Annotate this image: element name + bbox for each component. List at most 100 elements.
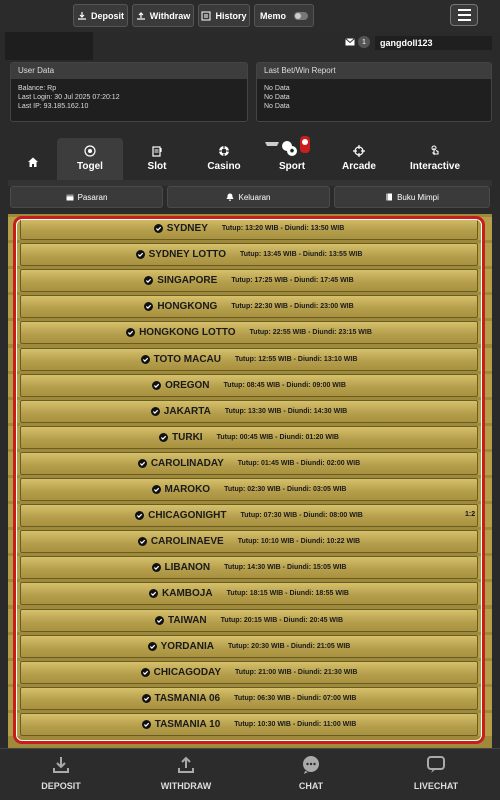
market-schedule: Tutup: 02:30 WIB - Diundi: 03:05 WIB [224, 486, 347, 493]
withdraw-button-label: Withdraw [149, 10, 191, 21]
market-row[interactable]: KAMBOJA Tutup: 18:15 WIB - Diundi: 18:55 … [20, 582, 478, 606]
market-row[interactable]: TAIWAN Tutup: 20:15 WIB - Diundi: 20:45 W… [20, 608, 478, 632]
sport-mascot-icon [265, 136, 310, 153]
bottom-chat-label: CHAT [298, 781, 324, 791]
mail-icon [345, 38, 355, 46]
market-row[interactable]: YORDANIA Tutup: 20:30 WIB - Diundi: 21:05… [20, 634, 478, 658]
market-row[interactable]: TOTO MACAU Tutup: 12:55 WIB - Diundi: 13:… [20, 347, 478, 371]
market-schedule: Tutup: 22:55 WIB - Diundi: 23:15 WIB [249, 329, 372, 337]
logo-placeholder [5, 32, 93, 60]
market-row[interactable]: LIBANON Tutup: 14:30 WIB - Diundi: 15:05 … [20, 556, 478, 580]
tab-casino[interactable]: Casino [191, 138, 257, 180]
deposit-icon [77, 11, 86, 20]
user-data-panel: User Data Balance: Rp Last Login: 30 Jul… [10, 62, 248, 122]
subtab-pasaran[interactable]: Pasaran [10, 186, 163, 208]
market-row[interactable]: TASMANIA 06 Tutup: 06:30 WIB - Diundi: 07… [20, 686, 478, 710]
market-schedule: Tutup: 10:10 WIB - Diundi: 10:22 WIB [237, 538, 361, 546]
history-button[interactable]: History [198, 4, 250, 27]
touch-icon [431, 145, 439, 156]
market-name: LIBANON [164, 562, 211, 574]
check-circle-icon [141, 719, 151, 729]
market-schedule: Tutup: 21:00 WIB - Diundi: 21:30 WIB [235, 668, 358, 676]
market-row[interactable]: CAROLINAEVE Tutup: 10:10 WIB - Diundi: 10… [20, 530, 478, 554]
bottom-withdraw-button[interactable]: WITHDRAW [141, 755, 231, 791]
market-row[interactable]: HONGKONG LOTTO Tutup: 22:55 WIB - Diundi:… [20, 321, 478, 345]
subtab-keluaran[interactable]: Keluaran [167, 186, 330, 208]
chip-icon [219, 146, 229, 156]
balance-text: Balance: Rp [18, 85, 57, 92]
market-schedule: Tutup: 00:45 WIB - Diundi: 01:20 WIB [216, 433, 339, 441]
market-name: JAKARTA [163, 405, 211, 417]
market-row[interactable]: JAKARTA Tutup: 13:30 WIB - Diundi: 14:30 … [20, 399, 478, 423]
market-name: CAROLINAEVE [150, 536, 224, 548]
check-circle-icon [151, 563, 161, 573]
report-line: No Data [264, 85, 290, 92]
market-row[interactable]: MAROKO Tutup: 02:30 WIB - Diundi: 03:05 W… [20, 478, 478, 501]
target-icon [353, 145, 365, 157]
check-circle-icon [153, 224, 163, 233]
calendar-icon [66, 194, 74, 201]
tab-togel[interactable]: Togel [57, 138, 123, 180]
tab-slot-label: Slot [147, 161, 167, 172]
bell-icon [226, 193, 234, 201]
check-circle-icon [140, 667, 150, 677]
market-schedule: Tutup: 14:30 WIB - Diundi: 15:05 WIB [224, 564, 347, 572]
market-name: MAROKO [164, 484, 211, 495]
market-name: SYDNEY LOTTO [148, 249, 227, 261]
history-button-label: History [215, 10, 247, 21]
bottom-deposit-button[interactable]: DEPOSIT [16, 755, 106, 791]
deposit-button[interactable]: Deposit [73, 4, 128, 27]
market-name: CHICAGODAY [153, 666, 222, 678]
market-schedule: Tutup: 13:30 WIB - Diundi: 14:30 WIB [224, 407, 348, 415]
market-name: YORDANIA [160, 640, 214, 652]
check-circle-icon [159, 432, 169, 442]
tab-interactive[interactable]: Interactive [402, 138, 468, 180]
report-line: No Data [264, 94, 290, 101]
market-row[interactable]: CHICAGODAY Tutup: 21:00 WIB - Diundi: 21:… [20, 660, 478, 684]
market-row[interactable]: SYDNEY Tutup: 13:20 WIB - Diundi: 13:50 W… [20, 217, 478, 240]
subtab-buku-mimpi[interactable]: Buku Mimpi [334, 186, 490, 208]
market-row[interactable]: TURKI Tutup: 00:45 WIB - Diundi: 01:20 WI… [20, 425, 478, 449]
market-schedule: Tutup: 12:55 WIB - Diundi: 13:10 WIB [235, 355, 358, 363]
mail-count-badge: 1 [358, 36, 370, 48]
market-row[interactable]: HONGKONG Tutup: 22:30 WIB - Diundi: 23:00… [20, 295, 478, 319]
chat-icon [303, 756, 319, 774]
market-row[interactable]: OREGON Tutup: 08:45 WIB - Diundi: 09:00 W… [20, 373, 478, 397]
hamburger-icon [457, 9, 471, 11]
check-circle-icon [154, 615, 164, 625]
bottom-deposit-label: DEPOSIT [41, 781, 81, 791]
download-icon [53, 757, 69, 773]
check-circle-icon [140, 354, 150, 364]
deposit-button-label: Deposit [90, 10, 124, 21]
withdraw-button[interactable]: Withdraw [132, 4, 194, 27]
report-title: Last Bet/Win Report [257, 63, 491, 79]
market-schedule: Tutup: 20:15 WIB - Diundi: 20:45 WIB [220, 616, 344, 624]
menu-button[interactable] [450, 4, 478, 26]
market-row[interactable]: CAROLINADAY Tutup: 01:45 WIB - Diundi: 02… [20, 451, 478, 475]
market-name: TASMANIA 06 [154, 692, 221, 704]
market-schedule: Tutup: 18:15 WIB - Diundi: 18:55 WIB [226, 590, 349, 598]
market-row[interactable]: SINGAPORE Tutup: 17:25 WIB - Diundi: 17:4… [20, 269, 478, 293]
check-circle-icon [137, 458, 147, 468]
bottom-livechat-button[interactable]: LIVECHAT [391, 755, 481, 791]
market-name: TASMANIA 10 [154, 718, 221, 730]
bottom-chat-button[interactable]: CHAT [266, 755, 356, 791]
market-row[interactable]: SYDNEY LOTTO Tutup: 13:45 WIB - Diundi: 1… [20, 243, 478, 267]
market-name: CAROLINADAY [150, 457, 224, 469]
market-schedule: Tutup: 13:45 WIB - Diundi: 13:55 WIB [240, 251, 363, 259]
market-row[interactable]: TASMANIA 10 Tutup: 10:30 WIB - Diundi: 11… [20, 712, 478, 736]
memo-toggle[interactable] [294, 11, 308, 20]
market-schedule: Tutup: 08:45 WIB - Diundi: 09:00 WIB [223, 381, 346, 389]
bottom-withdraw-label: WITHDRAW [160, 781, 212, 791]
check-circle-icon [152, 380, 162, 390]
mail-indicator[interactable]: 1 [345, 36, 370, 48]
tab-sport-label: Sport [278, 161, 306, 172]
tab-arcade[interactable]: Arcade [326, 138, 392, 180]
withdraw-icon [136, 11, 145, 20]
market-schedule: Tutup: 17:25 WIB - Diundi: 17:45 WIB [231, 277, 354, 285]
check-circle-icon [135, 250, 145, 260]
tab-slot[interactable]: Slot [124, 138, 190, 180]
market-row[interactable]: CHICAGONIGHT Tutup: 07:30 WIB - Diundi: 0… [20, 504, 478, 528]
memo-button[interactable]: Memo [254, 4, 314, 27]
check-circle-icon [149, 589, 159, 599]
